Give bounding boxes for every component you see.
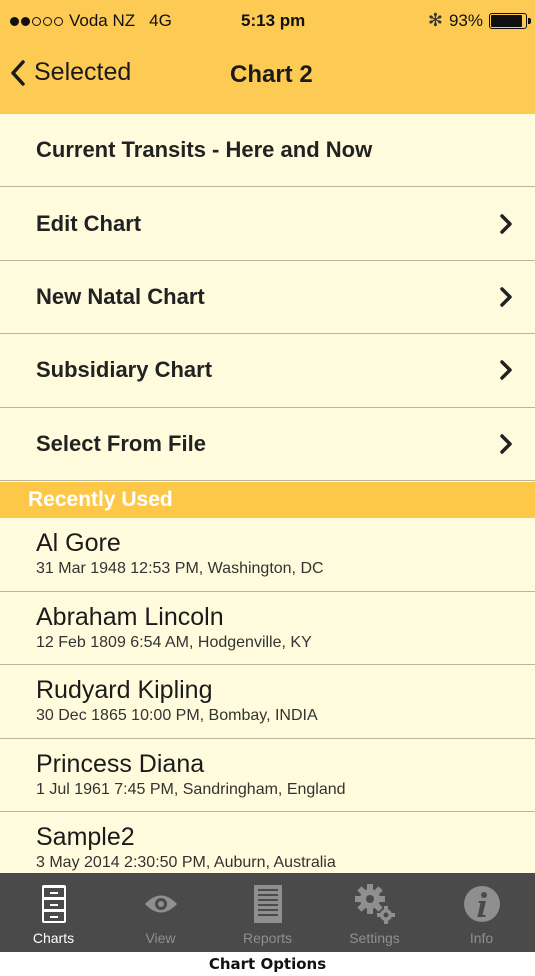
menu-item-label: Edit Chart <box>36 210 142 236</box>
chart-detail: 1 Jul 1961 7:45 PM, Sandringham, England <box>36 780 346 798</box>
menu-item-label: New Natal Chart <box>36 283 205 309</box>
chevron-right-icon <box>500 213 512 234</box>
chevron-left-icon <box>11 59 25 86</box>
tab-view[interactable]: View <box>107 873 214 952</box>
file-cabinet-icon <box>41 885 66 923</box>
menu-item-select-from-file[interactable]: Select From File <box>0 408 535 481</box>
list-item[interactable]: Rudyard Kipling 30 Dec 1865 10:00 PM, Bo… <box>0 665 535 739</box>
tab-reports[interactable]: Reports <box>214 873 321 952</box>
tab-bar: Charts View Reports Settings Info <box>0 873 535 952</box>
chart-name: Sample2 <box>36 823 135 851</box>
eye-icon <box>144 895 177 913</box>
status-right: ✻ 93% <box>427 10 531 31</box>
menu-item-subsidiary-chart[interactable]: Subsidiary Chart <box>0 334 535 408</box>
battery-percent: 93% <box>448 10 483 30</box>
signal-icon <box>10 16 63 26</box>
status-bar: Voda NZ 4G 5:13 pm ✻ 93% <box>0 0 535 40</box>
status-time: 5:13 pm <box>241 11 306 30</box>
chart-options-menu: Current Transits - Here and Now Edit Cha… <box>0 114 535 481</box>
gears-icon <box>354 884 395 924</box>
top-bar: Voda NZ 4G 5:13 pm ✻ 93% Selected Chart … <box>0 0 535 114</box>
back-label: Selected <box>34 58 132 86</box>
chevron-right-icon <box>500 287 512 307</box>
tab-charts[interactable]: Charts <box>0 873 107 952</box>
chevron-right-icon <box>500 360 512 381</box>
menu-item-label: Current Transits - Here and Now <box>36 137 373 163</box>
list-item[interactable]: Abraham Lincoln 12 Feb 1809 6:54 AM, Hod… <box>0 592 535 665</box>
chart-name: Rudyard Kipling <box>36 676 213 704</box>
back-button[interactable]: Selected <box>10 58 131 87</box>
menu-item-edit-chart[interactable]: Edit Chart <box>0 187 535 261</box>
chart-detail: 3 May 2014 2:30:50 PM, Auburn, Australia <box>36 854 336 871</box>
page-title: Chart 2 <box>230 61 313 88</box>
chart-detail: 31 Mar 1948 12:53 PM, Washington, DC <box>36 560 324 577</box>
recently-used-header: Recently Used <box>0 482 535 518</box>
list-item[interactable]: Al Gore 31 Mar 1948 12:53 PM, Washington… <box>0 518 535 592</box>
carrier-name: Voda NZ <box>69 11 136 30</box>
document-icon <box>253 885 282 923</box>
navigation-bar: Selected Chart 2 <box>0 40 535 114</box>
tab-label: Reports <box>242 930 293 946</box>
chart-name: Princess Diana <box>36 749 205 778</box>
recently-used-list: Al Gore 31 Mar 1948 12:53 PM, Washington… <box>0 518 535 886</box>
tab-info[interactable]: Info <box>428 873 535 952</box>
menu-item-new-natal-chart[interactable]: New Natal Chart <box>0 261 535 335</box>
menu-item-label: Select From File <box>36 430 206 456</box>
menu-item-label: Subsidiary Chart <box>36 357 213 383</box>
tab-label: Settings <box>349 930 400 946</box>
bluetooth-icon: ✻ <box>427 10 443 30</box>
list-item[interactable]: Princess Diana 1 Jul 1961 7:45 PM, Sandr… <box>0 739 535 812</box>
chart-name: Al Gore <box>36 529 121 557</box>
menu-item-current-transits[interactable]: Current Transits - Here and Now <box>0 114 535 188</box>
status-left: Voda NZ 4G <box>10 11 172 31</box>
tab-settings[interactable]: Settings <box>321 873 428 952</box>
chart-name: Abraham Lincoln <box>36 602 224 631</box>
chart-detail: 12 Feb 1809 6:54 AM, Hodgenville, KY <box>36 633 312 651</box>
chart-detail: 30 Dec 1865 10:00 PM, Bombay, INDIA <box>36 707 318 724</box>
info-icon <box>463 886 500 922</box>
tab-label: Info <box>469 930 494 946</box>
tab-label: View <box>145 930 176 946</box>
network-type: 4G <box>149 11 172 30</box>
tab-label: Charts <box>32 930 75 946</box>
phone-screen: Voda NZ 4G 5:13 pm ✻ 93% Selected Chart … <box>0 0 535 952</box>
battery-icon <box>489 12 531 29</box>
figure-caption: Chart Options <box>208 955 327 973</box>
chevron-right-icon <box>500 434 512 454</box>
